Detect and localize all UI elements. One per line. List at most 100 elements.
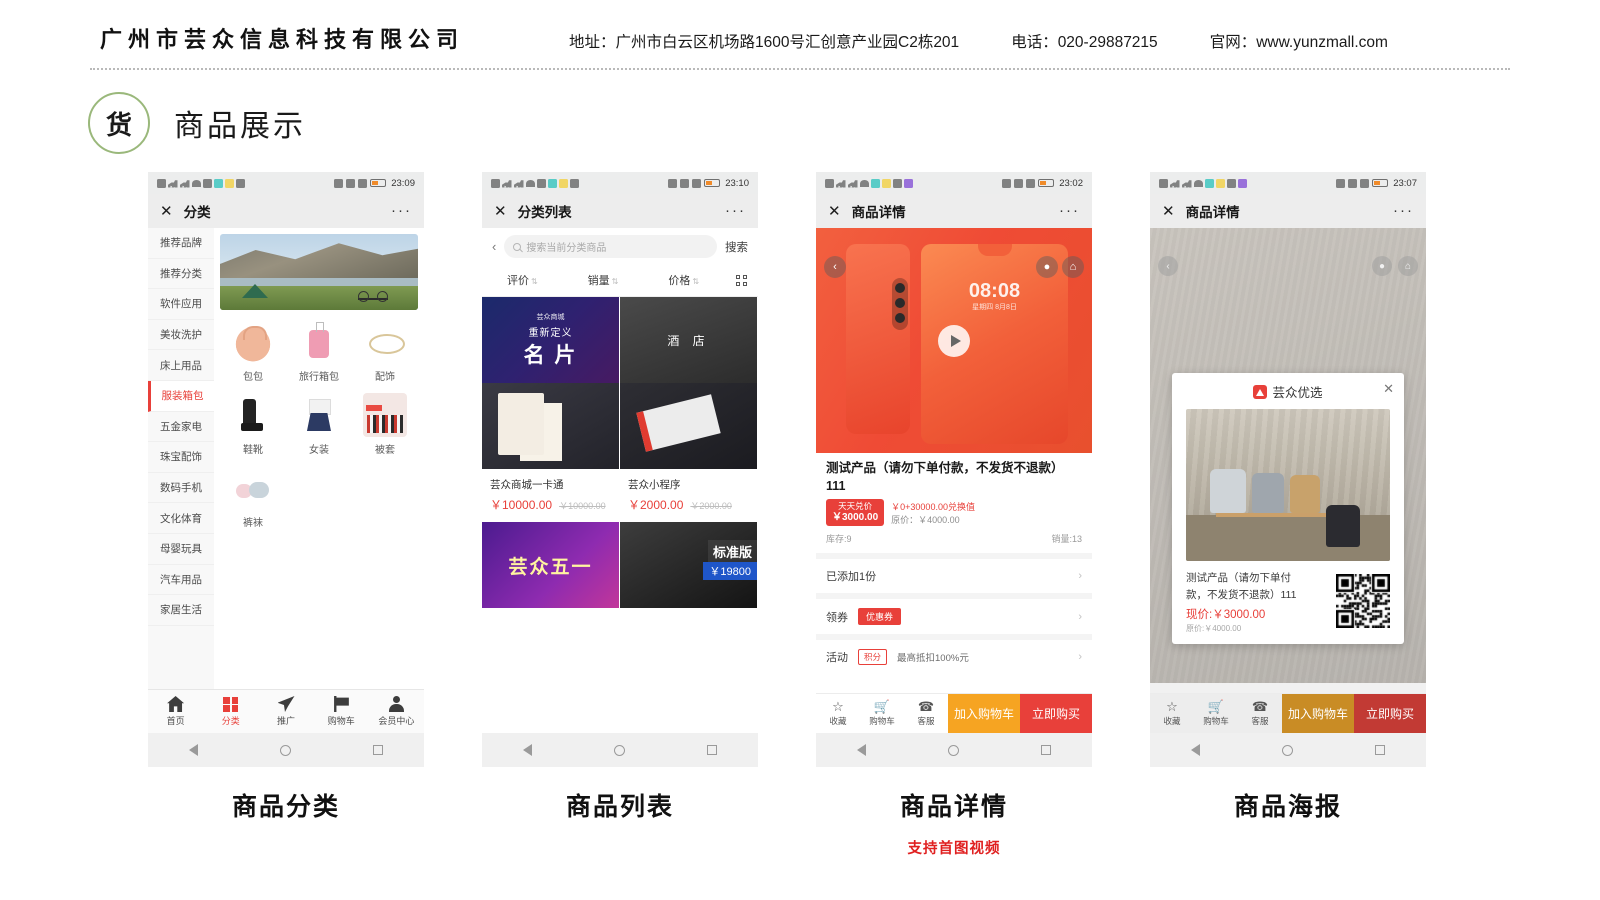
buy-now-button[interactable]: 立即购买	[1020, 694, 1092, 733]
sidebar-item-5-active[interactable]: 服装箱包	[148, 380, 214, 412]
sidebar-item-11[interactable]: 汽车用品	[148, 564, 214, 596]
sidebar-item-10[interactable]: 母婴玩具	[148, 533, 214, 565]
subcategory-label: 被套	[374, 445, 395, 456]
back-icon[interactable]: ‹	[492, 239, 496, 254]
search-button[interactable]: 搜索	[725, 239, 748, 255]
android-home-icon[interactable]	[1282, 744, 1293, 756]
android-navbar	[482, 733, 758, 767]
subcategory-cell-shoes[interactable]: 鞋靴	[220, 393, 286, 456]
caption-poster: 商品海报	[1150, 787, 1426, 858]
android-recents-icon[interactable]	[1041, 745, 1051, 755]
close-icon[interactable]: ✕	[160, 204, 173, 219]
android-recents-icon[interactable]	[1375, 745, 1385, 755]
sidebar-item-7[interactable]: 珠宝配饰	[148, 442, 214, 473]
sidebar-item-0[interactable]: 推荐品牌	[148, 228, 214, 259]
status-right-icons: 23:10	[668, 178, 749, 189]
close-icon[interactable]: ✕	[1162, 204, 1175, 219]
coupon-row[interactable]: 领券 优惠券 ›	[816, 593, 1092, 634]
sidebar-item-4[interactable]: 床上用品	[148, 350, 214, 381]
cart-button[interactable]: 🛒 购物车	[860, 694, 904, 733]
android-recents-icon[interactable]	[707, 745, 717, 755]
more-options-icon[interactable]: ···	[391, 203, 412, 218]
subcategory-cell-socks[interactable]: 裤袜	[220, 466, 286, 529]
sidebar-item-1[interactable]: 推荐分类	[148, 258, 214, 290]
sidebar-item-9[interactable]: 文化体育	[148, 503, 214, 534]
signal-icon	[502, 180, 512, 188]
android-recents-icon[interactable]	[373, 745, 383, 755]
product-card[interactable]: 芸众商城一卡通 ￥10000.00 ￥10000.00	[482, 383, 620, 522]
cart-button[interactable]: 🛒 购物车	[1194, 694, 1238, 733]
tab-home[interactable]: 首页	[148, 696, 203, 727]
home-icon[interactable]: ⌂	[1062, 256, 1084, 278]
banner-card-hotel[interactable]: 酒 店	[620, 297, 758, 383]
tab-category[interactable]: 分类	[203, 696, 258, 727]
support-button[interactable]: ☎ 客服	[904, 694, 948, 733]
android-navbar	[1150, 733, 1426, 767]
close-icon[interactable]: ✕	[1383, 381, 1394, 397]
sidebar-item-2[interactable]: 软件应用	[148, 289, 214, 320]
product-hero-video[interactable]: 08:08 星期四 8月8日 ‹ ● ⌂	[816, 228, 1092, 453]
chevron-left-icon[interactable]: ‹	[824, 256, 846, 278]
more-options-icon[interactable]: ···	[1059, 203, 1080, 218]
bluetooth-icon	[1360, 178, 1370, 188]
android-back-icon[interactable]	[1191, 744, 1200, 756]
status-time: 23:07	[1393, 177, 1417, 189]
buy-now-button[interactable]: 立即购买	[1354, 694, 1426, 733]
support-button[interactable]: ☎ 客服	[1238, 694, 1282, 733]
subcategory-cell-womenswear[interactable]: 女装	[286, 393, 352, 456]
subcategory-cell-luggage[interactable]: 旅行箱包	[286, 320, 352, 383]
close-icon[interactable]: ✕	[828, 204, 841, 219]
android-home-icon[interactable]	[948, 744, 959, 756]
sort-sales[interactable]: 销量 ⇅	[563, 272, 644, 288]
android-back-icon[interactable]	[189, 744, 198, 756]
sidebar-item-3[interactable]: 美妆洗护	[148, 319, 214, 351]
product-price-row: ￥10000.00 ￥10000.00	[482, 496, 619, 522]
search-row: ‹ 搜索当前分类商品 搜索	[482, 228, 758, 265]
caption-category: 商品分类	[148, 787, 424, 858]
android-back-icon[interactable]	[523, 744, 532, 756]
hero-phone-back	[846, 244, 910, 434]
android-back-icon[interactable]	[857, 744, 866, 756]
sidebar-item-6[interactable]: 五金家电	[148, 411, 214, 443]
sidebar-item-8[interactable]: 数码手机	[148, 472, 214, 504]
subcategory-label: 配饰	[374, 372, 395, 383]
category-banner-image[interactable]	[220, 234, 418, 310]
bottom-card-standard[interactable]: 标准版 ￥19800	[620, 522, 758, 608]
add-to-cart-button[interactable]: 加入购物车	[948, 694, 1020, 733]
product-card[interactable]: 芸众小程序 ￥2000.00 ￥2000.00	[620, 383, 758, 522]
banner-card-grid: 芸众商城 重新定义 名 片 酒 店	[482, 297, 758, 383]
purchase-bar: ☆ 收藏 🛒 购物车 ☎ 客服 加入购物车 立即购买	[1150, 693, 1426, 733]
bottom-card-may-sale[interactable]: 芸众五一	[482, 522, 620, 608]
subcategory-cell-quilt[interactable]: 被套	[352, 393, 418, 456]
sort-rating[interactable]: 评价 ⇅	[482, 272, 563, 288]
purchase-bar: ☆ 收藏 🛒 购物车 ☎ 客服 加入购物车 立即购买	[816, 693, 1092, 733]
sort-price[interactable]: 价格 ⇅	[643, 272, 724, 288]
tab-member-center[interactable]: 会员中心	[369, 696, 424, 727]
qr-code-icon	[1336, 573, 1390, 628]
activity-row[interactable]: 活动 积分 最高抵扣100%元 ›	[816, 634, 1092, 674]
favorite-button[interactable]: ☆ 收藏	[816, 694, 860, 733]
close-icon[interactable]: ✕	[494, 204, 507, 219]
tab-promotion[interactable]: 推广	[258, 696, 313, 727]
add-to-cart-button[interactable]: 加入购物车	[1282, 694, 1354, 733]
favorite-button[interactable]: ☆ 收藏	[1150, 694, 1194, 733]
play-icon[interactable]	[938, 324, 970, 357]
android-home-icon[interactable]	[614, 744, 625, 756]
tab-cart[interactable]: 购物车	[314, 696, 369, 727]
sidebar-item-12[interactable]: 家居生活	[148, 595, 214, 626]
subcategory-cell-bag[interactable]: 包包	[220, 320, 286, 383]
caption-subtitle: 支持首图视频	[907, 841, 1001, 857]
user-icon[interactable]: ●	[1036, 256, 1058, 278]
original-price: 原价：￥4000.00	[891, 514, 960, 525]
more-options-icon[interactable]: ···	[725, 203, 746, 218]
edition-price: ￥19800	[703, 562, 757, 580]
search-input[interactable]: 搜索当前分类商品	[504, 235, 717, 258]
signal2-icon	[1182, 180, 1192, 188]
more-options-icon[interactable]: ···	[1393, 203, 1414, 218]
subcategory-cell-accessory[interactable]: 配饰	[352, 320, 418, 383]
android-home-icon[interactable]	[280, 744, 291, 756]
banner-card-namecard[interactable]: 芸众商城 重新定义 名 片	[482, 297, 620, 383]
daily-exchange-price-tag: 天天兑价 ￥3000.00	[826, 499, 885, 527]
added-quantity-row[interactable]: 已添加1份 ›	[816, 553, 1092, 593]
layout-toggle-button[interactable]	[724, 274, 758, 286]
